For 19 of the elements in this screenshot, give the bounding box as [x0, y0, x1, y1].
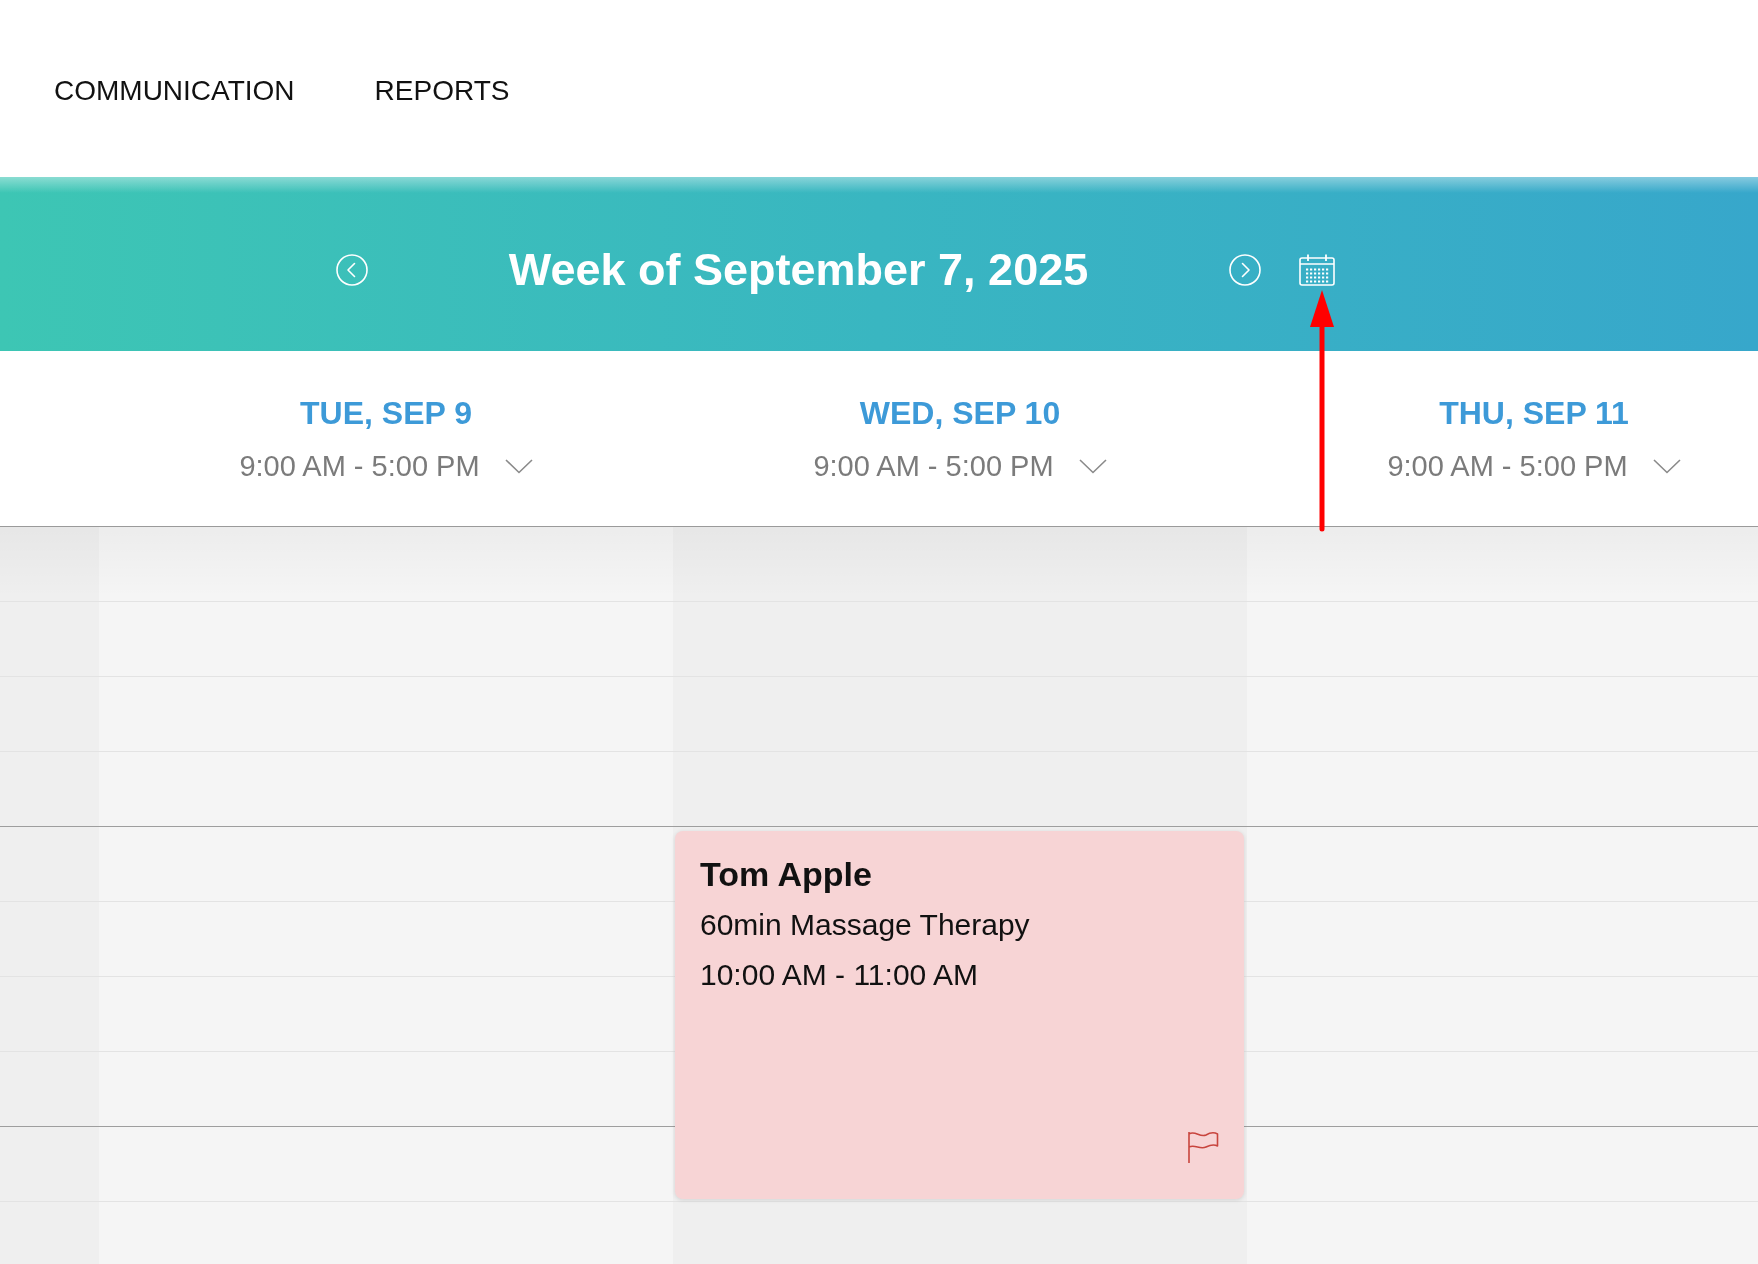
- day-label: WED, SEP 10: [859, 394, 1061, 433]
- calendar-icon[interactable]: [1299, 254, 1335, 286]
- chevron-down-icon[interactable]: [504, 458, 533, 474]
- chevron-down-icon[interactable]: [1078, 458, 1107, 474]
- day-label: THU, SEP 11: [1439, 394, 1629, 433]
- hours-text: 9:00 AM - 5:00 PM: [1387, 449, 1628, 484]
- client-name: Tom Apple: [700, 854, 872, 894]
- nav-link[interactable]: COMMUNICATION: [54, 74, 295, 107]
- hours-text: 9:00 AM - 5:00 PM: [239, 449, 480, 484]
- week-title: Week of September 7, 2025: [508, 243, 1089, 297]
- service-name: 60min Massage Therapy: [700, 907, 1030, 943]
- appointment-card[interactable]: Tom Apple 60min Massage Therapy 10:00 AM - 11:00 AM: [675, 831, 1244, 1199]
- hours-text: 9:00 AM - 5:00 PM: [813, 449, 1054, 484]
- circled-chevron-left-icon[interactable]: [336, 254, 368, 286]
- chevron-down-icon[interactable]: [1652, 458, 1681, 474]
- circled-chevron-right-icon[interactable]: [1229, 254, 1261, 286]
- nav-link[interactable]: REPORTS: [374, 74, 510, 107]
- appointment-time: 10:00 AM - 11:00 AM: [700, 957, 978, 993]
- day-label: TUE, SEP 9: [300, 394, 472, 433]
